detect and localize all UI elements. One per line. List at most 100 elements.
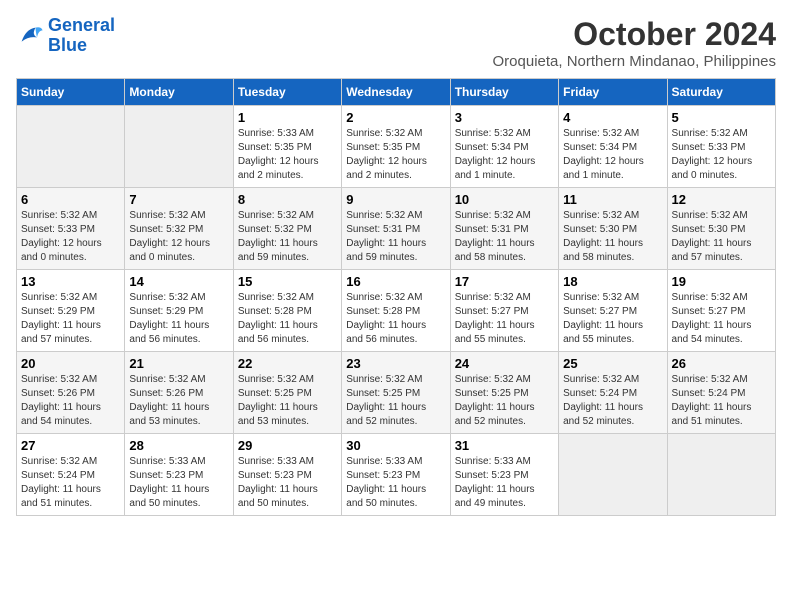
- day-number: 22: [238, 356, 337, 371]
- cell-content: Sunrise: 5:32 AM Sunset: 5:24 PM Dayligh…: [21, 455, 120, 511]
- calendar-week-row: 1 Sunrise: 5:33 AM Sunset: 5:35 PM Daylig…: [17, 106, 776, 188]
- cell-content: Sunrise: 5:32 AM Sunset: 5:29 PM Dayligh…: [21, 291, 120, 347]
- calendar-cell: 27 Sunrise: 5:32 AM Sunset: 5:24 PM Dayli…: [17, 434, 125, 516]
- cell-content: Sunrise: 5:32 AM Sunset: 5:33 PM Dayligh…: [21, 209, 120, 265]
- cell-content: Sunrise: 5:32 AM Sunset: 5:27 PM Dayligh…: [563, 291, 662, 347]
- day-number: 10: [455, 192, 554, 207]
- location-title: Oroquieta, Northern Mindanao, Philippine…: [493, 53, 777, 70]
- title-area: October 2024 Oroquieta, Northern Mindana…: [493, 16, 777, 70]
- cell-content: Sunrise: 5:32 AM Sunset: 5:24 PM Dayligh…: [563, 373, 662, 429]
- day-number: 24: [455, 356, 554, 371]
- cell-content: Sunrise: 5:32 AM Sunset: 5:25 PM Dayligh…: [455, 373, 554, 429]
- day-number: 20: [21, 356, 120, 371]
- day-number: 9: [346, 192, 445, 207]
- calendar-cell: 11 Sunrise: 5:32 AM Sunset: 5:30 PM Dayli…: [559, 188, 667, 270]
- calendar-cell: 3 Sunrise: 5:32 AM Sunset: 5:34 PM Daylig…: [450, 106, 558, 188]
- cell-content: Sunrise: 5:33 AM Sunset: 5:23 PM Dayligh…: [455, 455, 554, 511]
- cell-content: Sunrise: 5:32 AM Sunset: 5:32 PM Dayligh…: [129, 209, 228, 265]
- calendar-cell: 9 Sunrise: 5:32 AM Sunset: 5:31 PM Daylig…: [342, 188, 450, 270]
- cell-content: Sunrise: 5:32 AM Sunset: 5:28 PM Dayligh…: [346, 291, 445, 347]
- cell-content: Sunrise: 5:33 AM Sunset: 5:23 PM Dayligh…: [346, 455, 445, 511]
- calendar-cell: 14Sunrise: 5:32 AM Sunset: 5:29 PM Dayli…: [125, 270, 233, 352]
- day-number: 29: [238, 438, 337, 453]
- column-header-wednesday: Wednesday: [342, 79, 450, 106]
- calendar-cell: 13 Sunrise: 5:32 AM Sunset: 5:29 PM Dayli…: [17, 270, 125, 352]
- logo-line2: Blue: [48, 35, 87, 55]
- calendar-cell: [667, 434, 775, 516]
- day-number: 16: [346, 274, 445, 289]
- calendar-week-row: 6 Sunrise: 5:32 AM Sunset: 5:33 PM Daylig…: [17, 188, 776, 270]
- column-header-sunday: Sunday: [17, 79, 125, 106]
- cell-content: Sunrise: 5:32 AM Sunset: 5:31 PM Dayligh…: [346, 209, 445, 265]
- day-number: 26: [672, 356, 771, 371]
- day-number: 2: [346, 110, 445, 125]
- calendar-cell: 24 Sunrise: 5:32 AM Sunset: 5:25 PM Dayli…: [450, 352, 558, 434]
- day-number: 23: [346, 356, 445, 371]
- calendar-header-row: SundayMondayTuesdayWednesdayThursdayFrid…: [17, 79, 776, 106]
- calendar-cell: 18Sunrise: 5:32 AM Sunset: 5:27 PM Dayli…: [559, 270, 667, 352]
- cell-content: Sunrise: 5:32 AM Sunset: 5:30 PM Dayligh…: [672, 209, 771, 265]
- calendar-cell: 29Sunrise: 5:33 AM Sunset: 5:23 PM Dayli…: [233, 434, 341, 516]
- day-number: 6: [21, 192, 120, 207]
- cell-content: Sunrise: 5:32 AM Sunset: 5:30 PM Dayligh…: [563, 209, 662, 265]
- day-number: 4: [563, 110, 662, 125]
- day-number: 30: [346, 438, 445, 453]
- column-header-tuesday: Tuesday: [233, 79, 341, 106]
- cell-content: Sunrise: 5:32 AM Sunset: 5:29 PM Dayligh…: [129, 291, 228, 347]
- logo-icon: [16, 22, 44, 50]
- cell-content: Sunrise: 5:32 AM Sunset: 5:33 PM Dayligh…: [672, 127, 771, 183]
- calendar-cell: 31 Sunrise: 5:33 AM Sunset: 5:23 PM Dayli…: [450, 434, 558, 516]
- calendar-cell: 26Sunrise: 5:32 AM Sunset: 5:24 PM Dayli…: [667, 352, 775, 434]
- calendar-cell: 4Sunrise: 5:32 AM Sunset: 5:34 PM Daylig…: [559, 106, 667, 188]
- cell-content: Sunrise: 5:32 AM Sunset: 5:28 PM Dayligh…: [238, 291, 337, 347]
- calendar-cell: 5 Sunrise: 5:32 AM Sunset: 5:33 PM Daylig…: [667, 106, 775, 188]
- day-number: 31: [455, 438, 554, 453]
- logo: General Blue: [16, 16, 115, 56]
- calendar-cell: 8 Sunrise: 5:32 AM Sunset: 5:32 PM Daylig…: [233, 188, 341, 270]
- logo-text: General Blue: [48, 16, 115, 56]
- day-number: 17: [455, 274, 554, 289]
- calendar-week-row: 27 Sunrise: 5:32 AM Sunset: 5:24 PM Dayli…: [17, 434, 776, 516]
- cell-content: Sunrise: 5:32 AM Sunset: 5:25 PM Dayligh…: [346, 373, 445, 429]
- calendar-cell: 19Sunrise: 5:32 AM Sunset: 5:27 PM Dayli…: [667, 270, 775, 352]
- calendar-cell: 6 Sunrise: 5:32 AM Sunset: 5:33 PM Daylig…: [17, 188, 125, 270]
- day-number: 1: [238, 110, 337, 125]
- cell-content: Sunrise: 5:32 AM Sunset: 5:32 PM Dayligh…: [238, 209, 337, 265]
- calendar-cell: 21Sunrise: 5:32 AM Sunset: 5:26 PM Dayli…: [125, 352, 233, 434]
- cell-content: Sunrise: 5:32 AM Sunset: 5:35 PM Dayligh…: [346, 127, 445, 183]
- cell-content: Sunrise: 5:32 AM Sunset: 5:26 PM Dayligh…: [21, 373, 120, 429]
- calendar-cell: 1 Sunrise: 5:33 AM Sunset: 5:35 PM Daylig…: [233, 106, 341, 188]
- calendar-cell: 28 Sunrise: 5:33 AM Sunset: 5:23 PM Dayli…: [125, 434, 233, 516]
- day-number: 8: [238, 192, 337, 207]
- day-number: 11: [563, 192, 662, 207]
- day-number: 5: [672, 110, 771, 125]
- calendar-cell: 22Sunrise: 5:32 AM Sunset: 5:25 PM Dayli…: [233, 352, 341, 434]
- cell-content: Sunrise: 5:32 AM Sunset: 5:27 PM Dayligh…: [455, 291, 554, 347]
- column-header-thursday: Thursday: [450, 79, 558, 106]
- day-number: 19: [672, 274, 771, 289]
- day-number: 28: [129, 438, 228, 453]
- day-number: 12: [672, 192, 771, 207]
- column-header-saturday: Saturday: [667, 79, 775, 106]
- day-number: 25: [563, 356, 662, 371]
- calendar-cell: 23 Sunrise: 5:32 AM Sunset: 5:25 PM Dayli…: [342, 352, 450, 434]
- cell-content: Sunrise: 5:33 AM Sunset: 5:23 PM Dayligh…: [129, 455, 228, 511]
- cell-content: Sunrise: 5:32 AM Sunset: 5:34 PM Dayligh…: [455, 127, 554, 183]
- calendar-cell: 7Sunrise: 5:32 AM Sunset: 5:32 PM Daylig…: [125, 188, 233, 270]
- logo-line1: General: [48, 15, 115, 35]
- day-number: 13: [21, 274, 120, 289]
- calendar-cell: [125, 106, 233, 188]
- cell-content: Sunrise: 5:33 AM Sunset: 5:35 PM Dayligh…: [238, 127, 337, 183]
- calendar-cell: 20 Sunrise: 5:32 AM Sunset: 5:26 PM Dayli…: [17, 352, 125, 434]
- day-number: 27: [21, 438, 120, 453]
- cell-content: Sunrise: 5:32 AM Sunset: 5:31 PM Dayligh…: [455, 209, 554, 265]
- day-number: 3: [455, 110, 554, 125]
- calendar-cell: [559, 434, 667, 516]
- calendar-cell: 17 Sunrise: 5:32 AM Sunset: 5:27 PM Dayli…: [450, 270, 558, 352]
- calendar-cell: 25 Sunrise: 5:32 AM Sunset: 5:24 PM Dayli…: [559, 352, 667, 434]
- column-header-monday: Monday: [125, 79, 233, 106]
- calendar-cell: 16 Sunrise: 5:32 AM Sunset: 5:28 PM Dayli…: [342, 270, 450, 352]
- calendar-cell: 10 Sunrise: 5:32 AM Sunset: 5:31 PM Dayli…: [450, 188, 558, 270]
- month-title: October 2024: [493, 16, 777, 53]
- cell-content: Sunrise: 5:32 AM Sunset: 5:26 PM Dayligh…: [129, 373, 228, 429]
